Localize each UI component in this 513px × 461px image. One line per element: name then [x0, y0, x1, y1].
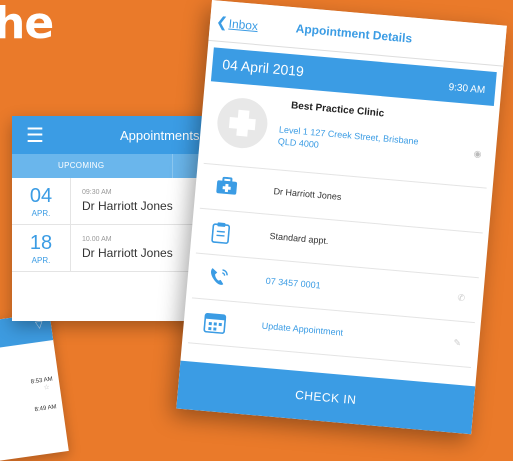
medical-bag-icon [215, 176, 239, 201]
appointment-month: APR. [31, 209, 51, 218]
headline: he [0, 0, 54, 49]
back-button[interactable]: ❮Inbox [215, 13, 258, 34]
appointment-date: 04 April 2019 [221, 56, 305, 80]
background-phone: ▽ 8:53 AM ☆ 8:49 AM [0, 312, 69, 461]
back-button-label: Inbox [228, 16, 259, 34]
appointment-day: 18 [29, 232, 53, 254]
tab-upcoming[interactable]: UPCOMING [58, 161, 104, 170]
appointment-time: 10.00 AM [82, 236, 112, 243]
appointment-doctor: Dr Harriott Jones [82, 199, 173, 213]
background-phone-item-time: 8:49 AM [34, 404, 58, 414]
calendar-icon [203, 311, 227, 340]
appointment-type: Standard appt. [269, 230, 329, 247]
check-in-button[interactable]: CHECK IN [176, 360, 476, 435]
clinic-name: Best Practice Clinic [290, 100, 385, 120]
background-phone-search-field[interactable] [0, 344, 52, 364]
appointments-title: Appointments [120, 128, 200, 143]
clinic-address[interactable]: Level 1 127 Creek Street, Brisbane QLD 4… [277, 123, 468, 163]
appointment-date: 04 APR. [12, 178, 71, 224]
clinic-phone-number[interactable]: 07 3457 0001 [265, 276, 321, 291]
appointment-details-phone: ❮Inbox Appointment Details 04 April 2019… [176, 0, 507, 435]
clipboard-icon [210, 221, 231, 249]
hamburger-menu-icon[interactable]: ☰ [26, 123, 44, 148]
update-appointment-link[interactable]: Update Appointment [261, 321, 343, 338]
doctor-name: Dr Harriott Jones [273, 186, 342, 203]
clinic-logo-icon [215, 96, 270, 151]
appointment-date: 18 APR. [12, 225, 71, 271]
appointment-time: 09:30 AM [82, 189, 112, 196]
appointment-day: 04 [29, 185, 53, 207]
edit-icon[interactable]: ✎ [453, 337, 461, 349]
appointment-month: APR. [31, 256, 51, 265]
appointment-time: 9:30 AM [448, 81, 486, 97]
appointment-doctor: Dr Harriott Jones [82, 246, 173, 260]
chevron-left-icon: ❮ [215, 13, 229, 31]
location-pin-icon[interactable]: ◉ [473, 148, 482, 160]
page-title: Appointment Details [295, 21, 413, 46]
tab-divider [172, 154, 173, 178]
filter-icon[interactable]: ▽ [35, 319, 44, 331]
call-icon[interactable]: ✆ [457, 293, 465, 305]
phone-icon [207, 266, 231, 293]
